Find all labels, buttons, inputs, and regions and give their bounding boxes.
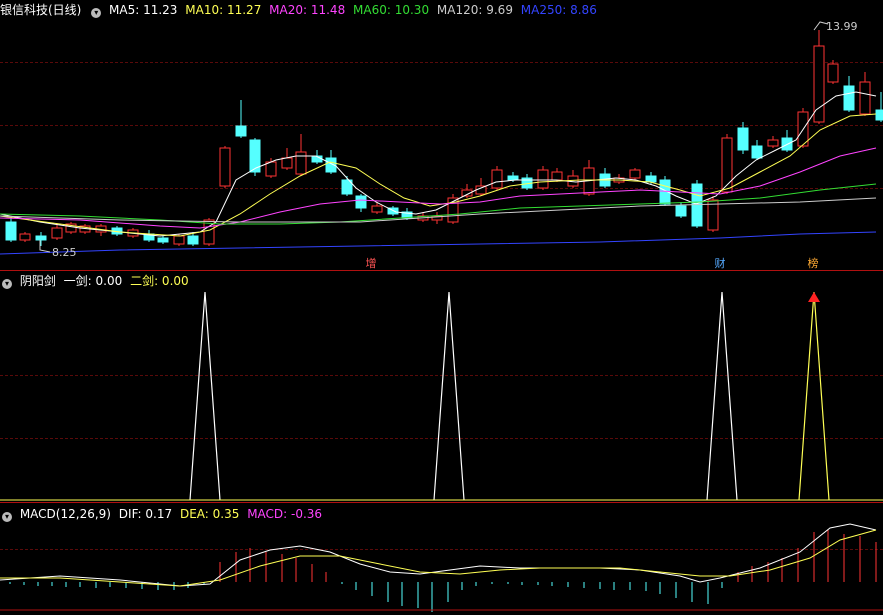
indicator-line1: 一剑: 0.00: [63, 274, 123, 288]
candle-up: [859, 81, 871, 115]
candle-down: [675, 205, 687, 217]
candle-up: [827, 63, 839, 83]
ma5-line: [0, 91, 877, 237]
indicator-spike: [433, 291, 465, 501]
candle-down: [5, 221, 17, 241]
candle-up: [721, 137, 733, 193]
candle-down: [355, 195, 367, 209]
candle-up: [767, 139, 779, 147]
candle-down: [751, 145, 763, 159]
candle-up: [475, 185, 487, 195]
event-marker-increase[interactable]: 增: [364, 257, 378, 271]
event-marker-ranking[interactable]: 榜: [806, 257, 820, 271]
candle-up: [51, 227, 63, 239]
macd-panel-header: ▾ MACD(12,26,9) DIF: 0.17 DEA: 0.35 MACD…: [0, 505, 326, 523]
candle-down: [843, 85, 855, 111]
candle-up: [537, 169, 549, 189]
candle-up: [173, 235, 185, 245]
collapse-icon[interactable]: ▾: [2, 512, 12, 522]
collapse-icon[interactable]: ▾: [2, 279, 12, 289]
candle-up: [219, 147, 231, 187]
candle-down: [235, 125, 247, 137]
candle-up: [19, 233, 31, 241]
indicator-panel-header: ▾ 阴阳剑 一剑: 0.00 二剑: 0.00: [0, 272, 193, 290]
candle-down: [507, 175, 519, 181]
indicator-title: 阴阳剑: [19, 274, 56, 288]
indicator-line2: 二剑: 0.00: [130, 274, 189, 288]
macd-dif-line: [0, 523, 877, 587]
candle-up: [295, 151, 307, 175]
candle-up: [281, 157, 293, 169]
macd-value: MACD: -0.36: [247, 507, 323, 521]
indicator-spike: [189, 291, 221, 501]
candle-up: [551, 171, 563, 181]
macd-dea-line: [0, 529, 877, 587]
candle-up: [491, 169, 503, 189]
candle-down: [35, 235, 47, 241]
event-marker-finance[interactable]: 财: [713, 257, 727, 271]
indicator-spike: [706, 291, 738, 501]
macd-title: MACD(12,26,9): [19, 507, 111, 521]
candle-down: [737, 127, 749, 151]
macd-dif: DIF: 0.17: [118, 507, 173, 521]
low-price-label: 8.25: [52, 246, 77, 259]
macd-dea: DEA: 0.35: [179, 507, 240, 521]
candle-up: [371, 205, 383, 213]
candle-down: [645, 175, 657, 183]
indicator-spike: [798, 291, 830, 501]
candle-down: [187, 235, 199, 245]
signal-arrow-icon: [808, 292, 820, 302]
candle-down: [875, 109, 883, 121]
high-price-label: 13.99: [826, 20, 858, 33]
candle-up: [629, 169, 641, 179]
candle-down: [157, 237, 169, 243]
candle-up: [265, 161, 277, 177]
